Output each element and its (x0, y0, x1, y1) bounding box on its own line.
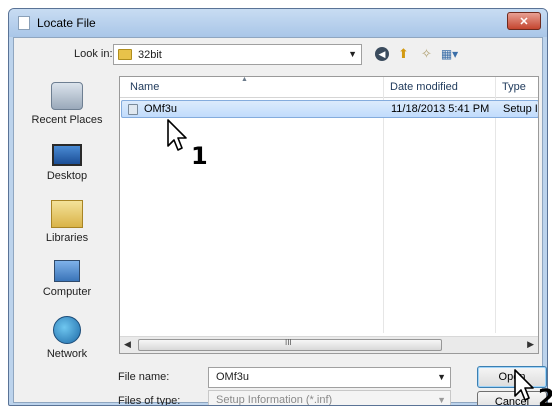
files-of-type-value: Setup Information (*.inf) (216, 394, 333, 406)
document-icon (18, 16, 30, 30)
grip-icon: III (285, 338, 292, 347)
files-of-type-dropdown[interactable]: Setup Information (*.inf) ▼ (208, 390, 451, 406)
back-icon[interactable]: ◀ (375, 47, 389, 61)
mouse-pointer-icon (167, 119, 187, 151)
look-in-label: Look in: (74, 48, 113, 60)
date-modified-cell: 11/18/2013 5:41 PM (391, 103, 490, 115)
chevron-down-icon: ▼ (348, 49, 357, 59)
file-name-field[interactable]: OMf3u ▼ (208, 367, 451, 388)
place-label: Computer (42, 286, 92, 298)
horizontal-scrollbar[interactable]: ◀ III ▶ (120, 336, 538, 353)
step-number-label: 2 (538, 384, 552, 410)
window-title: Locate File (37, 16, 96, 30)
folder-icon (118, 49, 132, 60)
place-label: Libraries (45, 232, 89, 244)
column-header-name[interactable]: Name (130, 81, 159, 93)
setup-file-icon (128, 104, 138, 115)
file-name-cell: OMf3u (144, 103, 178, 115)
type-cell: Setup Info (503, 103, 538, 115)
look-in-dropdown[interactable]: 32bit ▼ (113, 44, 362, 65)
place-label: Desktop (46, 170, 88, 182)
computer-icon (54, 260, 80, 282)
column-headers: Name ▲ Date modified Type (120, 77, 538, 98)
file-name-value: OMf3u (216, 371, 250, 383)
places-bar: Recent Places Desktop Libraries Computer… (18, 76, 116, 360)
libraries-icon (51, 200, 83, 228)
file-name-label: File name: (118, 371, 170, 383)
place-label: Network (46, 348, 88, 360)
mouse-pointer-icon (514, 369, 534, 401)
look-in-value: 32bit (138, 48, 162, 61)
place-recent-places[interactable]: Recent Places (18, 82, 116, 126)
desktop-icon (52, 144, 82, 166)
column-header-type[interactable]: Type (502, 81, 526, 93)
table-row[interactable]: OMf3u 11/18/2013 5:41 PM Setup Info (121, 100, 538, 118)
place-label: Recent Places (31, 114, 103, 126)
title-bar: Locate File ✕ (9, 9, 547, 37)
scroll-left-icon[interactable]: ◀ (124, 339, 131, 350)
place-desktop[interactable]: Desktop (18, 144, 116, 182)
chevron-down-icon[interactable]: ▼ (437, 372, 446, 382)
column-header-date-modified[interactable]: Date modified (390, 81, 458, 93)
close-button[interactable]: ✕ (507, 12, 541, 30)
network-icon (53, 316, 81, 344)
place-libraries[interactable]: Libraries (18, 200, 116, 244)
sort-ascending-icon: ▲ (241, 76, 248, 83)
step-number-label: 1 (191, 142, 208, 170)
scroll-right-icon[interactable]: ▶ (527, 339, 534, 350)
locate-file-dialog: Locate File ✕ Look in: 32bit ▼ ◀ ⬆ ✧ ▦▾ … (8, 8, 548, 406)
scrollbar-thumb[interactable]: III (138, 338, 442, 351)
place-network[interactable]: Network (18, 316, 116, 360)
toolbar-icons: ◀ ⬆ ✧ ▦▾ (375, 46, 458, 62)
dialog-body: Look in: 32bit ▼ ◀ ⬆ ✧ ▦▾ Recent Places … (13, 37, 547, 406)
files-of-type-label: Files of type: (118, 395, 181, 406)
place-computer[interactable]: Computer (18, 260, 116, 298)
new-folder-icon[interactable]: ✧ (418, 46, 435, 62)
close-icon: ✕ (519, 15, 529, 28)
recent-places-icon (51, 82, 83, 110)
up-folder-icon[interactable]: ⬆ (395, 46, 412, 62)
chevron-down-icon: ▼ (437, 395, 446, 405)
views-menu-icon[interactable]: ▦▾ (441, 46, 458, 62)
